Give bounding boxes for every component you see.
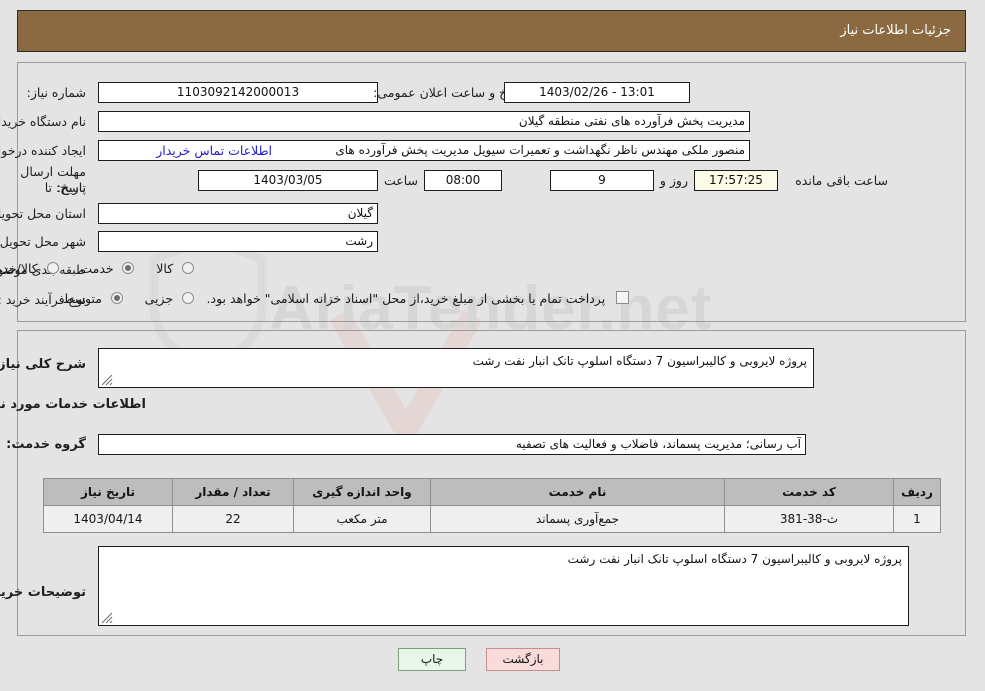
radio-dot-icon — [183, 262, 195, 274]
radio-dot-selected-icon — [111, 292, 124, 304]
process-radio-group: جزیی متوسط — [46, 291, 195, 306]
deadline-label-line2: تاریخ: — [57, 180, 87, 195]
province-value: گیلان — [99, 203, 379, 224]
print-button[interactable]: چاپ — [399, 648, 467, 671]
category-radio-kala-label: کالا — [157, 261, 175, 276]
page-header: جزئیات اطلاعات نیاز — [18, 10, 967, 52]
cell-unit: متر مکعب — [294, 505, 432, 533]
process-radio-jozi[interactable]: جزیی — [146, 291, 195, 306]
category-radio-kala-khedmat[interactable]: کالا/خدمت — [0, 261, 60, 276]
deadline-hour-value: 08:00 — [425, 170, 503, 191]
page-title: جزئیات اطلاعات نیاز — [841, 23, 952, 38]
remaining-days-value: 9 — [551, 170, 655, 191]
th-unit: واحد اندازه گیری — [294, 478, 432, 506]
back-button[interactable]: بازگشت — [487, 648, 561, 671]
process-radio-jozi-label: جزیی — [145, 291, 175, 306]
th-need-date: تاریخ نیاز — [44, 478, 174, 506]
th-service-code: کد خدمت — [725, 478, 895, 506]
buyer-contact-link[interactable]: اطلاعات تماس خریدار — [157, 143, 273, 158]
process-radio-motavasset-label: متوسط — [63, 291, 103, 306]
summary-label: شرح کلی نیاز: — [0, 357, 87, 372]
category-radio-khedmat-label: خدمت — [81, 261, 115, 276]
buyer-comments-textarea[interactable]: پروژه لایروبی و کالیبراسیون 7 دستگاه اسل… — [99, 546, 910, 626]
remaining-time-label: ساعت باقی مانده — [796, 173, 889, 188]
buyer-org-value: مدیریت پخش فرآورده های نفتی منطقه گیلان — [99, 111, 751, 132]
resize-grip-icon[interactable] — [102, 374, 114, 386]
remaining-days-label: روز و — [660, 173, 689, 188]
category-radio-khedmat[interactable]: خدمت — [81, 261, 136, 276]
treasury-checkbox-row[interactable]: پرداخت تمام یا بخشی از مبلغ خرید،از محل … — [208, 291, 630, 306]
treasury-checkbox[interactable] — [617, 291, 630, 304]
cell-service-code: ث-38-381 — [725, 505, 895, 533]
table-row[interactable]: 1 ث-38-381 جمع‌آوری پسماند متر مکعب 22 1… — [44, 505, 942, 533]
city-value: رشت — [99, 231, 379, 252]
public-announce-label: تاریخ و ساعت اعلان عمومی: — [374, 85, 525, 100]
services-table: ردیف کد خدمت نام خدمت واحد اندازه گیری ت… — [44, 478, 942, 533]
treasury-checkbox-label: پرداخت تمام یا بخشی از مبلغ خرید،از محل … — [207, 291, 607, 306]
buyer-org-label: نام دستگاه خریدار: — [0, 114, 87, 129]
th-service-name: نام خدمت — [431, 478, 726, 506]
services-heading: اطلاعات خدمات مورد نیاز — [0, 397, 147, 412]
remaining-time-value: 17:57:25 — [695, 170, 779, 191]
buyer-comments-label: توضیحات خریدار: — [0, 585, 87, 600]
category-radio-kala-khedmat-label: کالا/خدمت — [0, 261, 39, 276]
th-quantity: تعداد / مقدار — [173, 478, 295, 506]
radio-dot-selected-icon — [123, 262, 136, 274]
table-header-row: ردیف کد خدمت نام خدمت واحد اندازه گیری ت… — [44, 478, 942, 506]
buyer-comments-value: پروژه لایروبی و کالیبراسیون 7 دستگاه اسل… — [568, 552, 903, 566]
category-radio-kala[interactable]: کالا — [157, 261, 195, 276]
th-row-no: ردیف — [894, 478, 942, 506]
province-label: استان محل تحویل: — [0, 206, 87, 221]
summary-value: پروژه لایروبی و کالیبراسیون 7 دستگاه اسل… — [473, 354, 808, 368]
radio-dot-icon — [183, 292, 195, 304]
service-group-label: گروه خدمت: — [7, 437, 87, 452]
process-radio-motavasset[interactable]: متوسط — [64, 291, 124, 306]
radio-dot-icon — [47, 262, 60, 274]
deadline-date-value: 1403/03/05 — [199, 170, 379, 191]
service-group-value: آب رسانی؛ مدیریت پسماند، فاضلاب و فعالیت… — [99, 434, 807, 455]
need-number-value: 1103092142000013 — [99, 82, 379, 103]
cell-quantity: 22 — [173, 505, 295, 533]
cell-need-date: 1403/04/14 — [44, 505, 174, 533]
resize-grip-icon[interactable] — [102, 612, 114, 624]
deadline-hour-label: ساعت — [384, 173, 419, 188]
cell-row-no: 1 — [894, 505, 942, 533]
summary-textarea[interactable]: پروژه لایروبی و کالیبراسیون 7 دستگاه اسل… — [99, 348, 815, 388]
requester-label: ایجاد کننده درخواست: — [0, 143, 87, 158]
public-announce-value: 13:01 - 1403/02/26 — [505, 82, 691, 103]
need-number-label: شماره نیاز: — [27, 85, 87, 100]
city-label: شهر محل تحویل: — [0, 234, 87, 249]
cell-service-name: جمع‌آوری پسماند — [431, 505, 726, 533]
category-radio-group: کالا خدمت کالا/خدمت — [0, 261, 195, 276]
